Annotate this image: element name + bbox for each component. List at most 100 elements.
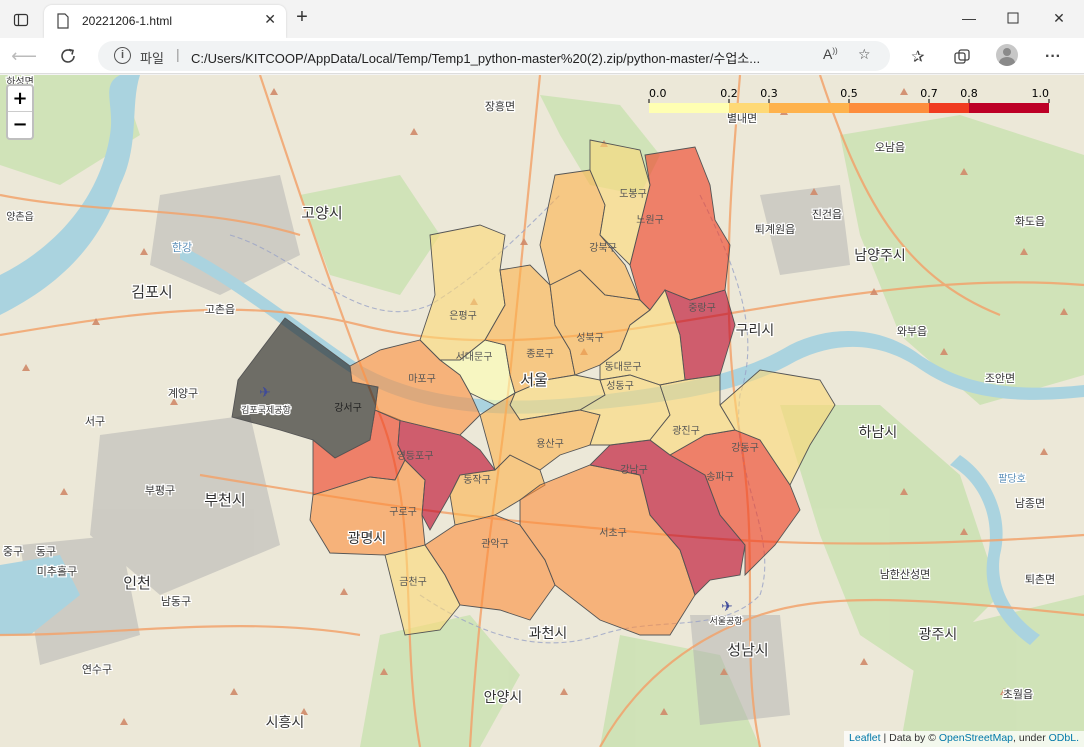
collections-icon[interactable] bbox=[951, 46, 973, 68]
place-label: 고양시 bbox=[301, 204, 342, 222]
favorites-icon[interactable]: ✰ bbox=[907, 46, 929, 68]
place-label: 남동구 bbox=[161, 595, 191, 608]
legend-tick-label: 0.8 bbox=[960, 87, 978, 100]
district-label: 성북구 bbox=[576, 332, 604, 344]
legend-swatch bbox=[769, 103, 849, 113]
base-map: 강서구구로구금천구 영등포구동작구관악구 서초구 강남구송파구 강동구 마포구 은평구서대문… bbox=[0, 75, 1084, 747]
place-label: 오남읍 bbox=[875, 141, 905, 154]
place-label: 서구 bbox=[85, 415, 105, 428]
zoom-out-button[interactable]: − bbox=[8, 112, 32, 138]
district-label: 동대문구 bbox=[605, 361, 642, 373]
odbl-link[interactable]: ODbL. bbox=[1049, 732, 1079, 744]
read-aloud-icon[interactable]: A)) bbox=[823, 46, 838, 62]
place-label: 양촌읍 bbox=[6, 211, 34, 223]
info-icon[interactable]: i bbox=[114, 47, 131, 64]
address-bar[interactable]: i 파일 | C:/Users/KITCOOP/AppData/Local/Te… bbox=[98, 41, 890, 71]
legend-tick-label: 0.0 bbox=[649, 87, 667, 100]
place-label: 광주시 bbox=[919, 627, 958, 643]
browser-tab[interactable]: 20221206-1.html ✕ bbox=[44, 5, 286, 38]
district-label: 서대문구 bbox=[456, 351, 493, 363]
place-label: 미추홀구 bbox=[37, 565, 77, 578]
tab-title: 20221206-1.html bbox=[82, 14, 173, 28]
attribution-text: | Data by © bbox=[880, 732, 939, 744]
legend-swatch bbox=[729, 103, 769, 113]
profile-avatar[interactable] bbox=[996, 44, 1018, 66]
leaflet-link[interactable]: Leaflet bbox=[849, 732, 881, 744]
district-label: 중랑구 bbox=[688, 302, 716, 314]
place-label: 안양시 bbox=[484, 690, 523, 706]
file-icon bbox=[57, 13, 69, 29]
place-label: 하남시 bbox=[859, 425, 898, 441]
legend-tick-label: 0.3 bbox=[760, 87, 778, 100]
place-label: 고촌읍 bbox=[205, 303, 235, 316]
place-label: 광명시 bbox=[348, 531, 387, 547]
place-label: 연수구 bbox=[82, 663, 112, 676]
zoom-in-button[interactable]: + bbox=[8, 86, 32, 112]
zoom-control: + − bbox=[6, 84, 34, 140]
place-label: 계양구 bbox=[168, 387, 198, 400]
place-label: 와부읍 bbox=[897, 325, 927, 338]
district-label: 동작구 bbox=[463, 474, 491, 486]
place-label: 초월읍 bbox=[1003, 688, 1033, 701]
back-button[interactable]: ⟵ bbox=[10, 42, 38, 70]
close-window-button[interactable]: ✕ bbox=[1044, 0, 1074, 36]
district-label: 도봉구 bbox=[619, 188, 647, 200]
maximize-button[interactable] bbox=[998, 0, 1028, 36]
place-label: 부천시 bbox=[204, 491, 245, 509]
tab-close-icon[interactable]: ✕ bbox=[264, 11, 276, 28]
place-label: 서울 bbox=[520, 371, 548, 389]
legend-tick-label: 0.2 bbox=[720, 87, 738, 100]
airport-icon: ✈ bbox=[259, 384, 271, 400]
color-legend: 0.0 0.2 0.3 0.5 0.7 0.8 1.0 bbox=[648, 87, 1050, 113]
district-label: 노원구 bbox=[636, 214, 664, 226]
airport-icon: ✈ bbox=[721, 598, 733, 614]
place-label: 김포시 bbox=[131, 283, 172, 301]
place-label: 김포국제공항 bbox=[241, 404, 291, 416]
place-label: 인천 bbox=[123, 574, 151, 592]
place-label: 중구 bbox=[3, 545, 23, 558]
place-label: 한강 bbox=[172, 241, 192, 254]
district-label: 광진구 bbox=[672, 425, 700, 437]
scheme-label: 파일 bbox=[140, 51, 164, 66]
tab-bar: 20221206-1.html ✕ + — ✕ bbox=[0, 0, 1084, 38]
tab-actions-icon[interactable] bbox=[6, 2, 36, 38]
minimize-button[interactable]: — bbox=[954, 0, 984, 36]
url-text[interactable]: C:/Users/KITCOOP/AppData/Local/Temp/Temp… bbox=[191, 48, 816, 67]
place-label: 팔당호 bbox=[998, 473, 1026, 485]
district-label: 용산구 bbox=[536, 438, 564, 450]
district-label: 관악구 bbox=[481, 538, 509, 550]
attribution-under: , under bbox=[1013, 732, 1049, 744]
legend-swatch bbox=[649, 103, 729, 113]
refresh-icon bbox=[61, 48, 75, 63]
osm-link[interactable]: OpenStreetMap bbox=[939, 732, 1013, 744]
legend-tick-label: 1.0 bbox=[1032, 87, 1050, 100]
district-label: 종로구 bbox=[526, 348, 554, 360]
place-label: 동구 bbox=[36, 545, 56, 558]
place-label: 퇴계원읍 bbox=[755, 223, 795, 236]
add-favorite-icon[interactable]: ☆ bbox=[858, 46, 871, 63]
collections-glyph bbox=[954, 49, 970, 64]
legend-swatch bbox=[849, 103, 929, 113]
address-toolbar: ⟵ i 파일 | C:/Users/KITCOOP/AppData/Local/… bbox=[0, 38, 1084, 74]
place-label: 과천시 bbox=[529, 626, 568, 642]
refresh-button[interactable] bbox=[54, 42, 82, 70]
district-label: 강남구 bbox=[620, 464, 648, 476]
legend-tick-label: 0.7 bbox=[920, 87, 938, 100]
district-label: 강서구 bbox=[334, 402, 362, 414]
legend-tick-label: 0.5 bbox=[840, 87, 858, 100]
legend-swatch bbox=[969, 103, 1049, 113]
district-label: 송파구 bbox=[706, 471, 734, 483]
place-label: 서울공항 bbox=[709, 616, 742, 627]
place-label: 남종면 bbox=[1015, 497, 1045, 510]
district-label: 영등포구 bbox=[397, 450, 434, 462]
window-icon bbox=[13, 13, 29, 27]
place-label: 성남시 bbox=[727, 641, 768, 659]
district-label: 성동구 bbox=[606, 380, 634, 392]
place-label: 진건읍 bbox=[812, 208, 842, 221]
new-tab-button[interactable]: + bbox=[290, 6, 314, 30]
place-label: 화도읍 bbox=[1015, 215, 1045, 228]
place-label: 장흥면 bbox=[485, 99, 515, 113]
more-menu-icon[interactable]: ··· bbox=[1042, 46, 1064, 68]
maximize-icon bbox=[1007, 12, 1019, 24]
map-container[interactable]: 강서구 구로구 금천구 영등포구 동작구 관악구 서초구 강남구 송파구 강동구 마포구 은평구 서대문… bbox=[0, 75, 1084, 747]
